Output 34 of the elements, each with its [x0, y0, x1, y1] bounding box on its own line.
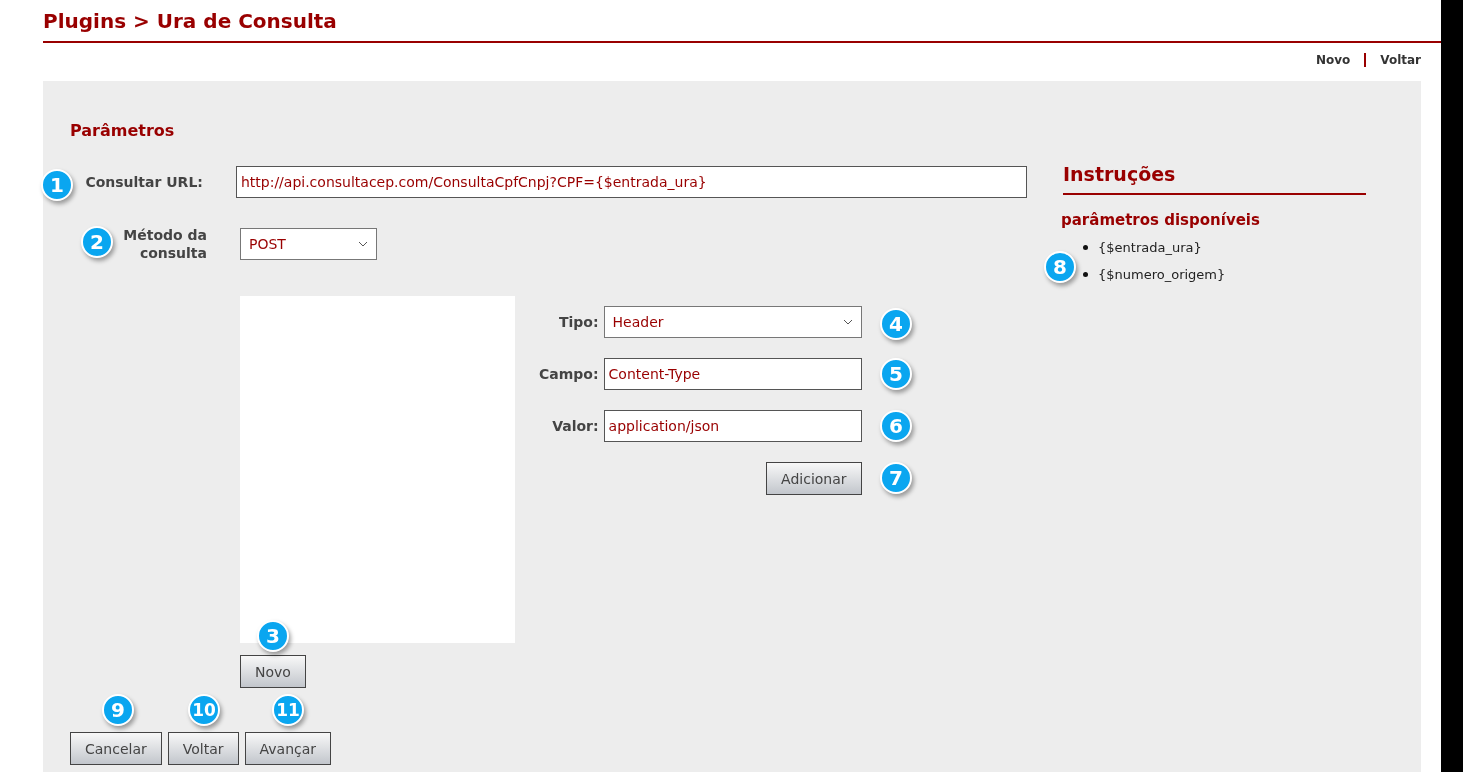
nav-link[interactable]: Voltar — [1380, 53, 1421, 67]
callout-badge: 4 — [880, 308, 912, 340]
url-input-field[interactable]: http://api.consultacep.com/ConsultaCpfCnpj?CPF={$entrada_ura} — [235, 166, 1027, 198]
value-input-field[interactable]: application/json — [603, 410, 862, 442]
instructions-title: Instruções — [1063, 163, 1366, 195]
instructions-subtitle: parâmetros disponíveis — [1061, 211, 1261, 229]
callout-badge: 1 — [41, 169, 73, 201]
section-title: Parâmetros — [70, 121, 176, 140]
parameter-item: {$numero_origem} — [1098, 266, 1226, 283]
callout-badge: 9 — [102, 694, 134, 726]
page-title: Plugins > Ura de Consulta — [43, 9, 338, 33]
callout-badge: 5 — [880, 358, 912, 390]
new-button[interactable]: Novo — [240, 655, 306, 688]
callout-badge: 11 — [272, 694, 304, 726]
method-select[interactable]: POST — [240, 228, 377, 260]
callout-badge: 10 — [188, 694, 220, 726]
footer-button[interactable]: Voltar — [167, 732, 239, 765]
field-label: Valor: — [552, 418, 599, 434]
callout-badge: 3 — [257, 620, 289, 652]
field-input[interactable]: Content-Type — [603, 358, 862, 390]
callout-badge: 8 — [1044, 251, 1076, 283]
type-select[interactable]: Header — [603, 306, 862, 338]
callout-badge: 2 — [81, 226, 113, 258]
field-label: Método da consulta — [122, 226, 207, 262]
add-button[interactable]: Adicionar — [766, 462, 862, 495]
field-label: Consultar URL: — [85, 173, 203, 191]
footer-button[interactable]: Avançar — [244, 732, 332, 765]
callout-badge: 6 — [880, 410, 912, 442]
field-label: Campo: — [539, 366, 599, 382]
field-label: Tipo: — [558, 314, 599, 330]
nav-link[interactable]: Novo — [1315, 53, 1351, 67]
callout-badge: 7 — [880, 462, 912, 494]
footer-button[interactable]: Cancelar — [70, 732, 162, 765]
parameter-item: {$entrada_ura} — [1098, 239, 1202, 256]
